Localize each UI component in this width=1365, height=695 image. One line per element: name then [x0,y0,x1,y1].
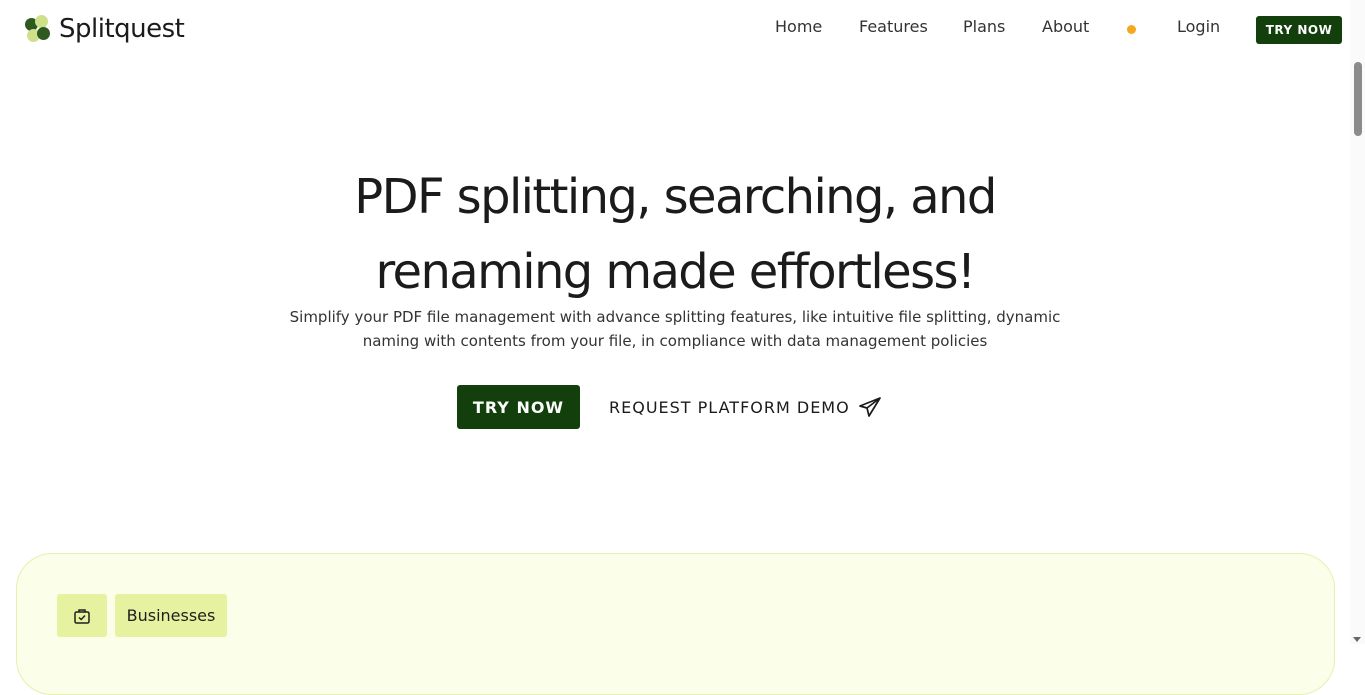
scrollbar-thumb[interactable] [1354,62,1362,136]
briefcase-check-icon [57,594,107,637]
request-demo-label: REQUEST PLATFORM DEMO [609,397,850,417]
nav-features-link[interactable]: Features [859,17,928,39]
hero-title-line-1: PDF splitting, searching, and [354,169,997,225]
nav-plans-link[interactable]: Plans [963,17,1005,39]
brand-name: Splitquest [59,14,185,44]
request-demo-link[interactable]: REQUEST PLATFORM DEMO [609,385,882,429]
four-circles-logo-icon [25,15,53,43]
hero-try-now-button[interactable]: TRY NOW [457,385,580,429]
nav-about-link[interactable]: About [1042,17,1089,39]
hero-title: PDF splitting, searching, and renaming m… [0,160,1350,310]
hero-title-line-2: renaming made effortless! [375,244,976,300]
paper-plane-icon [858,397,881,417]
nav-login-link[interactable]: Login [1177,17,1220,39]
brand-logo[interactable]: Splitquest [25,14,185,44]
page-scrollbar[interactable] [1350,0,1365,644]
nav-home-link[interactable]: Home [775,17,822,39]
businesses-chip: Businesses [115,594,227,637]
status-dot [1127,25,1136,34]
header-try-now-button[interactable]: TRY NOW [1256,16,1342,44]
scroll-down-arrow-icon[interactable] [1353,637,1361,642]
hero-subtitle: Simplify your PDF file management with a… [289,308,1061,350]
